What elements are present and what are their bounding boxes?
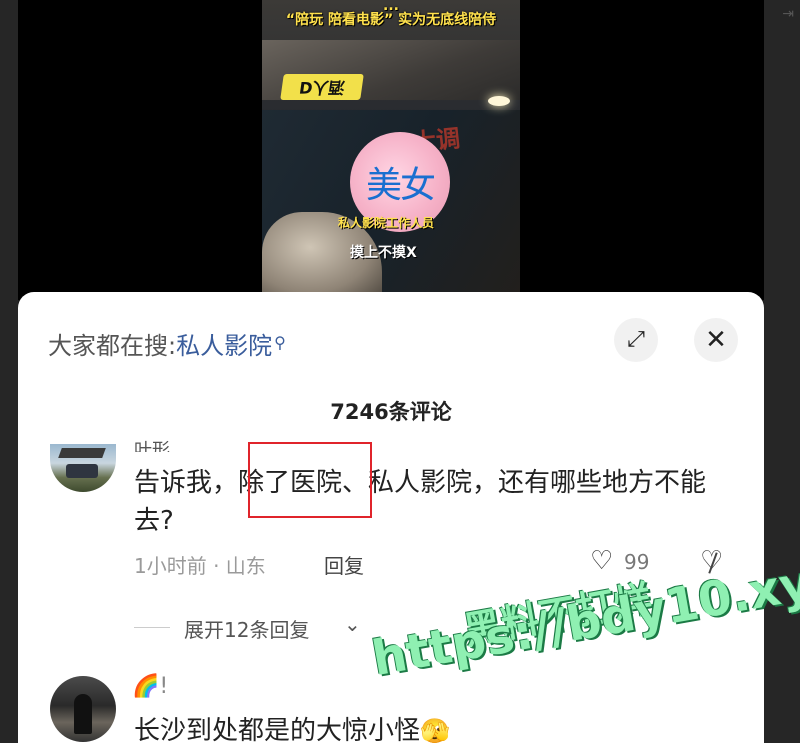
left-edge	[0, 0, 18, 743]
staff-caption: 私人影院工作人员	[338, 216, 435, 230]
beauty-label: 美女	[365, 165, 436, 206]
comment-count: 7246条评论	[330, 400, 452, 424]
comment-text[interactable]: 告诉我，除了医院、私人影院，还有哪些地方不能去?	[134, 464, 734, 540]
mirrored-sign: 酒人ᗡ	[280, 74, 364, 100]
share-icon[interactable]: ⇥	[782, 6, 794, 22]
avatar-roof	[58, 448, 106, 458]
search-term-link[interactable]: 私人影院	[176, 332, 272, 360]
right-edge: ⇥	[764, 0, 800, 743]
comment-text[interactable]: 长沙到处都是的大惊小怪🫣	[134, 710, 450, 743]
highlight-box	[248, 442, 372, 518]
avatar-car	[66, 464, 98, 478]
touch-caption: 摸上不摸X	[350, 245, 417, 261]
reply-button[interactable]: 回复	[324, 550, 364, 579]
trending-search[interactable]: 大家都在搜:私人影院 ⚲	[48, 326, 286, 361]
expand-replies-button[interactable]: 展开12条回复	[184, 614, 309, 643]
comment-username[interactable]: 叶形	[134, 438, 170, 452]
avatar[interactable]	[50, 444, 116, 492]
comment-body: 长沙到处都是的大惊小怪	[134, 716, 421, 743]
expand-divider	[134, 627, 170, 628]
expand-icon[interactable]: ⤢	[614, 318, 658, 362]
avatar-figure	[74, 694, 92, 734]
peek-emoji: 🫣	[420, 717, 450, 743]
heart-icon[interactable]: ♡	[590, 546, 613, 576]
comment-username[interactable]: 🌈!	[132, 674, 168, 699]
video-caption-line2: “陪玩 陪看电影” 实为无底线陪侍	[285, 12, 497, 28]
search-prefix: 大家都在搜:	[48, 332, 177, 360]
close-icon[interactable]: ✕	[694, 318, 738, 362]
avatar[interactable]	[50, 676, 116, 742]
comment-time-location: 1小时前 · 山东	[134, 554, 266, 578]
video-light	[488, 96, 510, 106]
video-frame[interactable]: ... “陪玩 陪看电影” 实为无底线陪侍 酒人ᗡ 大调 美女 私人影院工作人员…	[262, 0, 520, 300]
chevron-down-icon[interactable]: ⌄	[344, 612, 361, 636]
search-icon[interactable]: ⚲	[274, 333, 286, 352]
